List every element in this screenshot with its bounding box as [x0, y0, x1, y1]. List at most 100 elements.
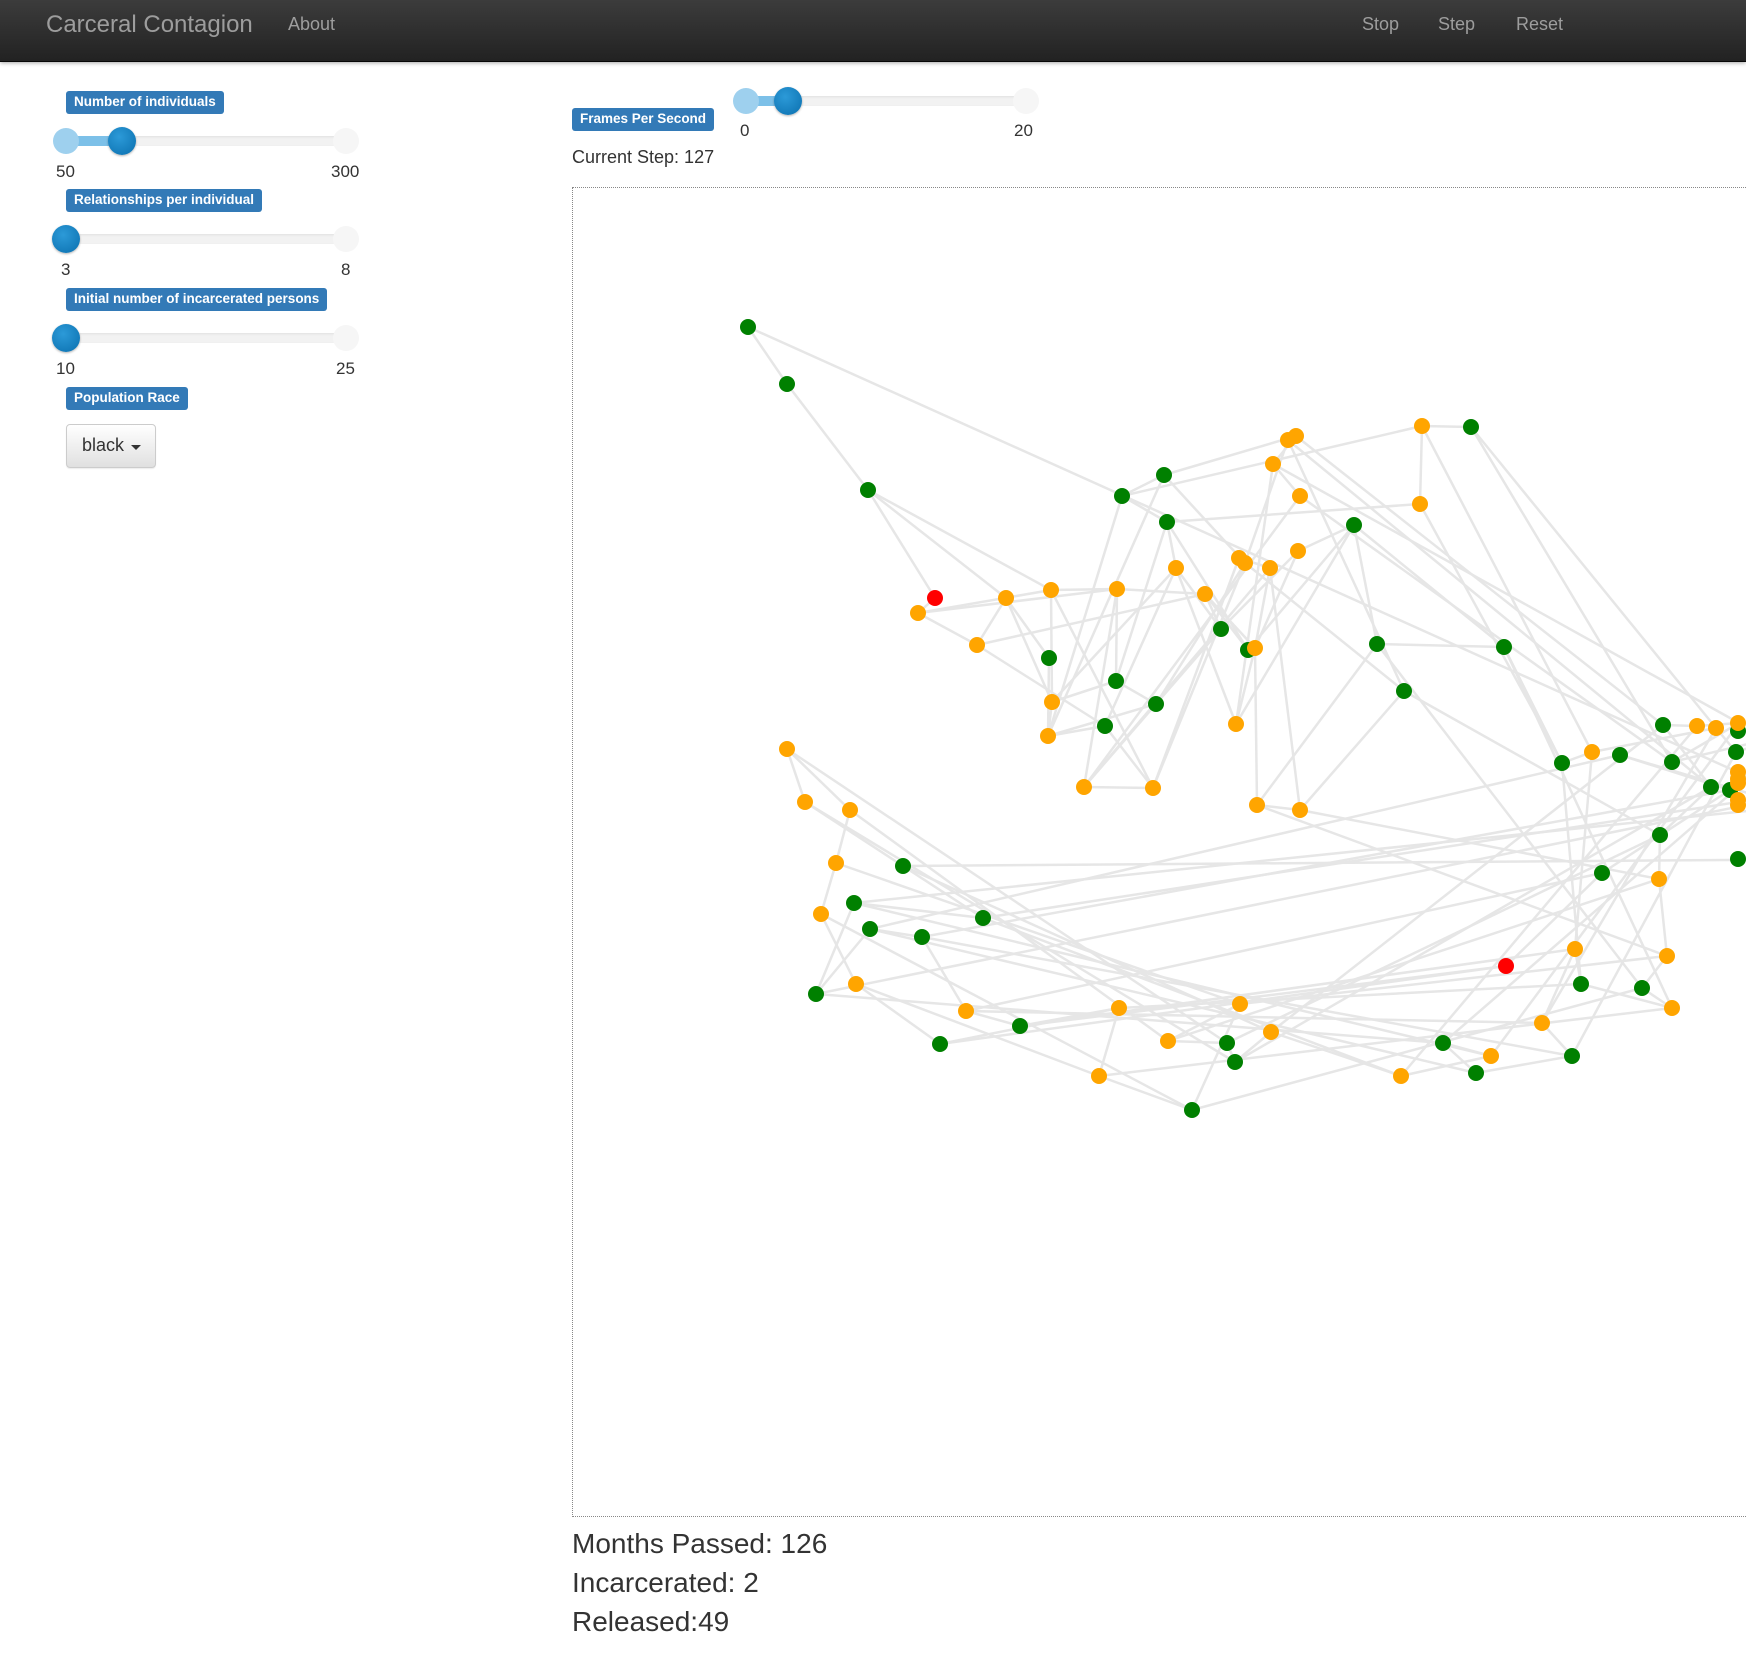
person-node-released[interactable] — [958, 1003, 974, 1019]
person-node-never[interactable] — [1652, 827, 1668, 843]
person-node-never[interactable] — [846, 895, 862, 911]
person-node-released[interactable] — [1232, 996, 1248, 1012]
fps-slider-handle[interactable] — [774, 87, 802, 115]
person-node-never[interactable] — [1573, 976, 1589, 992]
person-node-released[interactable] — [910, 605, 926, 621]
person-node-never[interactable] — [779, 376, 795, 392]
race-dropdown[interactable]: black — [66, 424, 156, 468]
person-node-never[interactable] — [1369, 636, 1385, 652]
person-node-released[interactable] — [1247, 640, 1263, 656]
person-node-released[interactable] — [1483, 1048, 1499, 1064]
about-link[interactable]: About — [288, 14, 335, 35]
person-node-released[interactable] — [1664, 1000, 1680, 1016]
person-node-released[interactable] — [1263, 1024, 1279, 1040]
person-node-never[interactable] — [1219, 1035, 1235, 1051]
person-node-never[interactable] — [1159, 514, 1175, 530]
person-node-released[interactable] — [1280, 432, 1296, 448]
person-node-never[interactable] — [1148, 696, 1164, 712]
person-node-never[interactable] — [1396, 683, 1412, 699]
person-node-released[interactable] — [1197, 586, 1213, 602]
person-node-never[interactable] — [1496, 639, 1512, 655]
person-node-released[interactable] — [1292, 488, 1308, 504]
person-node-released[interactable] — [1231, 550, 1247, 566]
person-node-released[interactable] — [842, 802, 858, 818]
person-node-released[interactable] — [1091, 1068, 1107, 1084]
person-node-released[interactable] — [1689, 718, 1705, 734]
person-node-released[interactable] — [1076, 779, 1092, 795]
person-node-released[interactable] — [1228, 716, 1244, 732]
person-node-never[interactable] — [1097, 718, 1113, 734]
person-node-never[interactable] — [1655, 717, 1671, 733]
person-node-released[interactable] — [1040, 728, 1056, 744]
person-node-released[interactable] — [1292, 802, 1308, 818]
person-node-released[interactable] — [1043, 582, 1059, 598]
person-node-released[interactable] — [1160, 1033, 1176, 1049]
step-button[interactable]: Step — [1438, 14, 1475, 35]
person-node-never[interactable] — [740, 319, 756, 335]
person-node-never[interactable] — [1612, 747, 1628, 763]
person-node-released[interactable] — [848, 976, 864, 992]
person-node-released[interactable] — [998, 590, 1014, 606]
person-node-released[interactable] — [1111, 1000, 1127, 1016]
person-node-never[interactable] — [1114, 488, 1130, 504]
person-node-released[interactable] — [1730, 771, 1746, 787]
person-node-released[interactable] — [828, 855, 844, 871]
person-node-never[interactable] — [1554, 755, 1570, 771]
person-node-never[interactable] — [1156, 467, 1172, 483]
person-node-never[interactable] — [895, 858, 911, 874]
incarcerated-slider-track[interactable] — [66, 333, 346, 343]
person-node-never[interactable] — [1564, 1048, 1580, 1064]
person-node-released[interactable] — [1109, 581, 1125, 597]
incarcerated-slider-handle[interactable] — [52, 324, 80, 352]
individuals-slider-handle[interactable] — [108, 127, 136, 155]
person-node-never[interactable] — [1012, 1018, 1028, 1034]
person-node-never[interactable] — [1227, 1054, 1243, 1070]
person-node-released[interactable] — [1567, 941, 1583, 957]
person-node-incarcerated[interactable] — [927, 590, 943, 606]
person-node-released[interactable] — [1265, 456, 1281, 472]
person-node-released[interactable] — [1044, 694, 1060, 710]
person-node-released[interactable] — [1168, 560, 1184, 576]
person-node-released[interactable] — [1262, 560, 1278, 576]
relationships-slider-handle[interactable] — [52, 225, 80, 253]
person-node-released[interactable] — [779, 741, 795, 757]
reset-button[interactable]: Reset — [1516, 14, 1563, 35]
person-node-never[interactable] — [1346, 517, 1362, 533]
person-node-released[interactable] — [1651, 871, 1667, 887]
person-node-never[interactable] — [932, 1036, 948, 1052]
person-node-never[interactable] — [1041, 650, 1057, 666]
person-node-released[interactable] — [969, 637, 985, 653]
person-node-never[interactable] — [1463, 419, 1479, 435]
person-node-released[interactable] — [1412, 496, 1428, 512]
person-node-released[interactable] — [1249, 797, 1265, 813]
person-node-released[interactable] — [1393, 1068, 1409, 1084]
person-node-released[interactable] — [1730, 797, 1746, 813]
person-node-released[interactable] — [1534, 1015, 1550, 1031]
person-node-never[interactable] — [1664, 754, 1680, 770]
relationships-slider-track[interactable] — [66, 234, 346, 244]
person-node-never[interactable] — [862, 921, 878, 937]
person-node-never[interactable] — [1634, 980, 1650, 996]
network-canvas[interactable] — [572, 187, 1746, 1517]
person-node-never[interactable] — [808, 986, 824, 1002]
person-node-released[interactable] — [797, 794, 813, 810]
person-node-never[interactable] — [1730, 851, 1746, 867]
person-node-released[interactable] — [1730, 715, 1746, 731]
person-node-released[interactable] — [1708, 720, 1724, 736]
person-node-never[interactable] — [1213, 621, 1229, 637]
stop-button[interactable]: Stop — [1362, 14, 1399, 35]
person-node-never[interactable] — [1468, 1065, 1484, 1081]
person-node-never[interactable] — [1728, 744, 1744, 760]
person-node-released[interactable] — [1584, 744, 1600, 760]
person-node-never[interactable] — [1184, 1102, 1200, 1118]
person-node-released[interactable] — [1145, 780, 1161, 796]
person-node-released[interactable] — [1414, 418, 1430, 434]
person-node-incarcerated[interactable] — [1498, 958, 1514, 974]
person-node-never[interactable] — [975, 910, 991, 926]
person-node-never[interactable] — [1108, 673, 1124, 689]
person-node-never[interactable] — [914, 929, 930, 945]
person-node-never[interactable] — [1594, 865, 1610, 881]
person-node-never[interactable] — [1435, 1035, 1451, 1051]
person-node-released[interactable] — [1290, 543, 1306, 559]
person-node-released[interactable] — [813, 906, 829, 922]
